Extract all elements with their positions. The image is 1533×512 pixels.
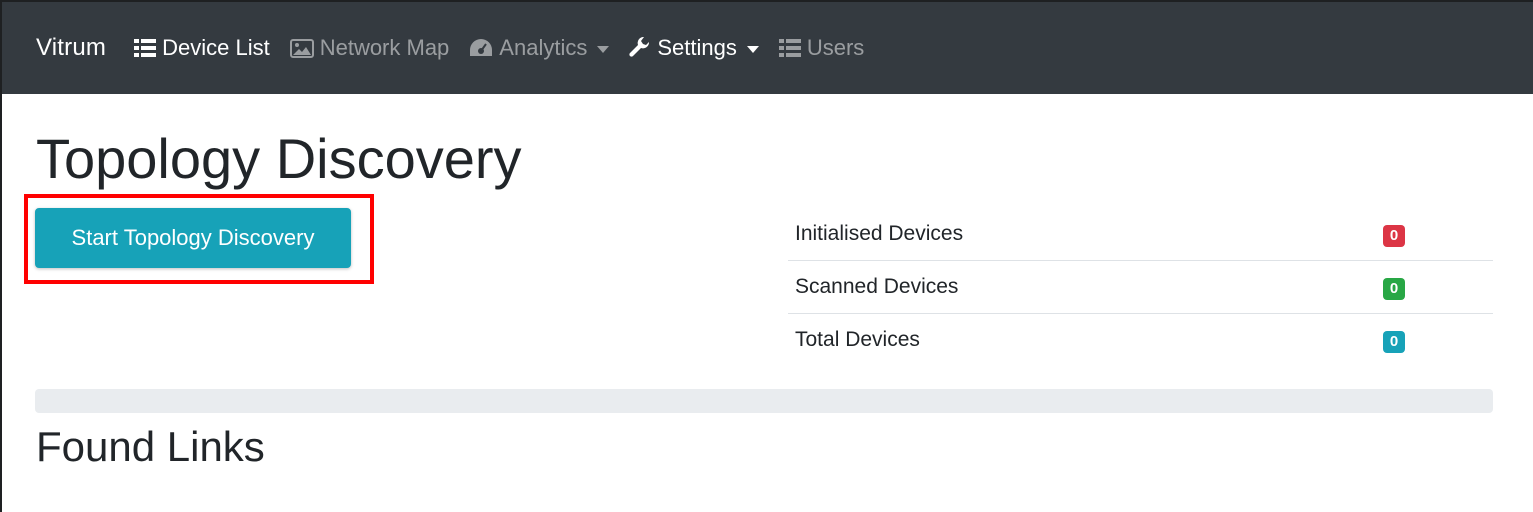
discovery-progress-bar — [35, 389, 1493, 413]
nav-device-list-label: Device List — [162, 35, 270, 60]
nav-users-label: Users — [806, 35, 865, 60]
stats-row-initialised: Initialised Devices 0 — [788, 208, 1493, 261]
nav-network-map-label: Network Map — [319, 35, 450, 60]
stats-row-total: Total Devices 0 — [788, 314, 1493, 367]
caret-down-icon — [597, 45, 610, 53]
page-title: Topology Discovery — [36, 127, 522, 190]
stats-label: Scanned Devices — [788, 260, 1383, 314]
nav-network-map[interactable]: Network Map — [289, 35, 450, 61]
image-icon — [289, 38, 314, 58]
list-icon — [134, 39, 157, 57]
browser-page: Vitrum Device List Network Map Analytics… — [0, 0, 1533, 512]
device-stats-table: Initialised Devices 0 Scanned Devices 0 … — [788, 208, 1493, 366]
dashboard-icon — [469, 38, 493, 58]
stats-label: Total Devices — [795, 328, 920, 351]
initialised-count-badge: 0 — [1383, 224, 1405, 247]
nav-users[interactable]: Users — [778, 35, 865, 61]
stats-label: Initialised Devices — [788, 208, 1383, 261]
list-icon — [778, 39, 801, 57]
nav-device-list[interactable]: Device List — [134, 35, 270, 61]
start-topology-discovery-button[interactable]: Start Topology Discovery — [35, 208, 351, 268]
scanned-count-badge: 0 — [1383, 277, 1405, 300]
brand-link[interactable]: Vitrum — [36, 34, 106, 62]
caret-down-icon — [746, 45, 759, 53]
nav-analytics-dropdown[interactable]: Analytics — [469, 35, 610, 61]
stats-row-scanned: Scanned Devices 0 — [788, 260, 1493, 314]
found-links-heading: Found Links — [36, 423, 265, 470]
nav-settings-dropdown[interactable]: Settings — [629, 35, 759, 61]
wrench-icon — [629, 37, 651, 59]
nav-settings-label: Settings — [657, 35, 737, 60]
top-navbar: Vitrum Device List Network Map Analytics… — [2, 2, 1533, 94]
total-count-badge: 0 — [1383, 330, 1405, 353]
nav-analytics-label: Analytics — [499, 35, 588, 60]
